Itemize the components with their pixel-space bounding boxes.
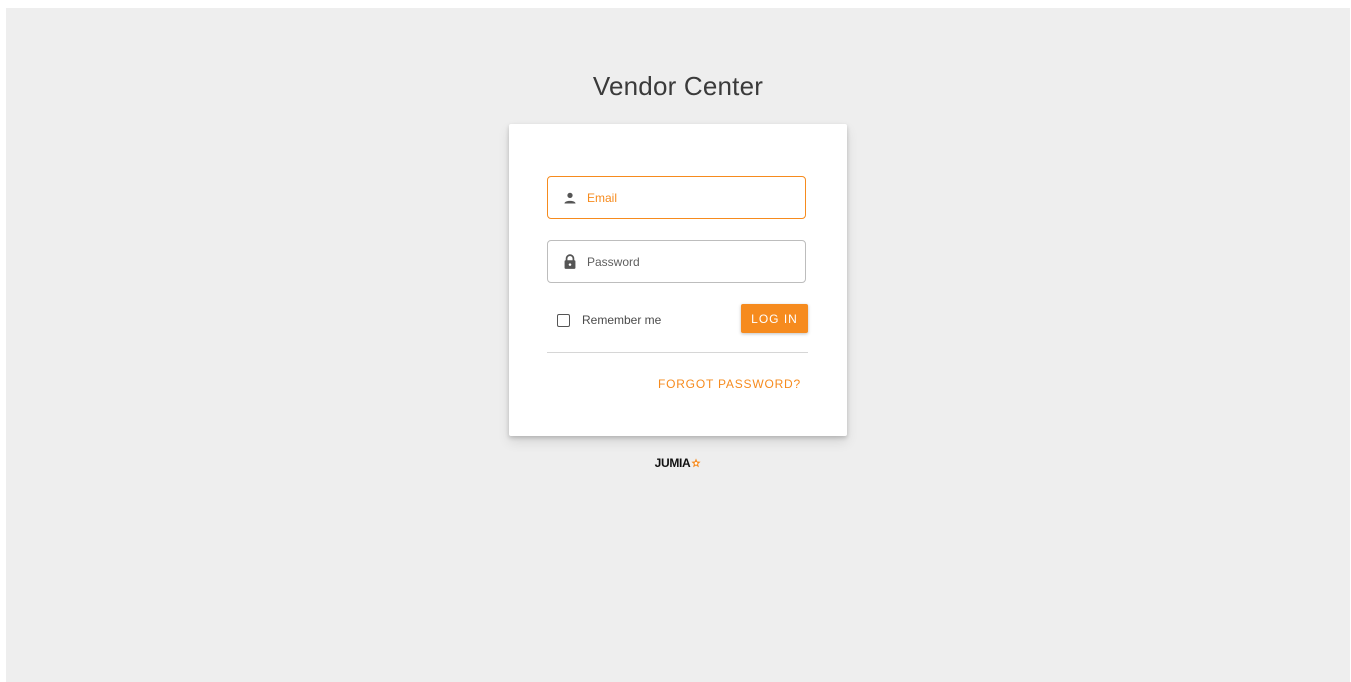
remember-me-checkbox[interactable] xyxy=(557,313,570,327)
password-field[interactable]: Password xyxy=(547,240,806,283)
password-placeholder: Password xyxy=(587,254,640,269)
forgot-password-link[interactable]: FORGOT PASSWORD? xyxy=(658,377,801,391)
email-field[interactable]: Email xyxy=(547,176,806,219)
lock-icon xyxy=(562,253,578,270)
jumia-logo: JUMIA xyxy=(6,456,1350,470)
page-title: Vendor Center xyxy=(592,71,764,101)
remember-me[interactable]: Remember me xyxy=(557,313,661,327)
email-placeholder: Email xyxy=(587,190,618,205)
page-background: Vendor Center Email Password Remember me… xyxy=(6,8,1350,682)
person-icon xyxy=(562,190,578,206)
login-button[interactable]: LOG IN xyxy=(741,304,808,333)
logo-text: JUMIA xyxy=(654,456,691,470)
login-card: Email Password Remember me LOG IN FORGOT… xyxy=(509,124,847,436)
remember-me-label: Remember me xyxy=(582,313,662,327)
star-icon xyxy=(691,458,702,468)
divider xyxy=(547,352,808,353)
